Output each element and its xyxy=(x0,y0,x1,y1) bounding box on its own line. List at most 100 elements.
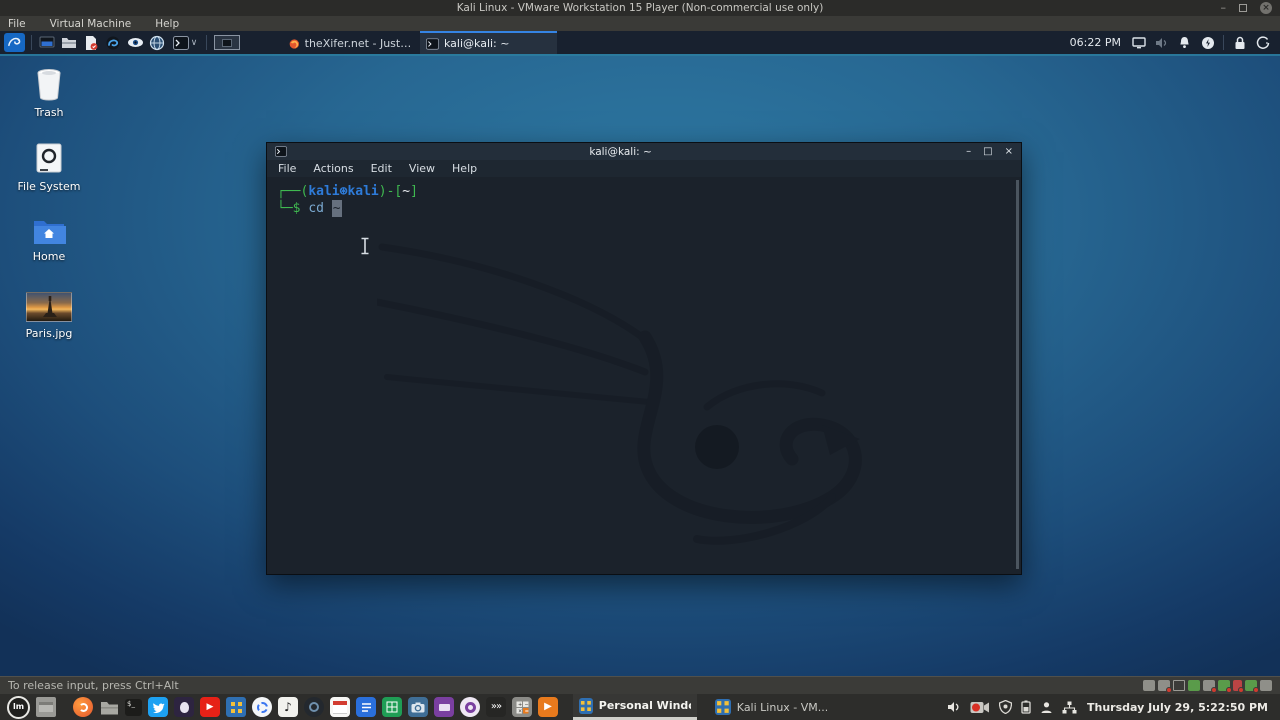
terminal-menu-file[interactable]: File xyxy=(278,162,296,175)
tray-logout-icon[interactable] xyxy=(1254,34,1271,51)
desktop: Trash File System Home Paris.jpg kali@ka… xyxy=(0,54,1280,676)
vmware-device-indicators xyxy=(1143,680,1272,693)
taskbar-signal-icon[interactable] xyxy=(252,697,272,717)
vmware-logo-icon xyxy=(230,701,242,713)
terminal-menu-edit[interactable]: Edit xyxy=(371,162,392,175)
terminal-menu-view[interactable]: View xyxy=(409,162,435,175)
taskbar-vmware-icon[interactable] xyxy=(226,697,246,717)
web-browser-launcher[interactable] xyxy=(148,34,166,52)
terminal-close-button[interactable]: × xyxy=(1005,143,1013,160)
taskbar-music-player-icon[interactable]: ♪ xyxy=(278,697,298,717)
firefox-swirl xyxy=(78,702,88,712)
host-volume-icon[interactable] xyxy=(947,701,961,713)
taskbar-media-editor-icon[interactable] xyxy=(434,697,454,717)
blue-swirl-icon xyxy=(106,36,120,49)
hard-disk-indicator-icon[interactable] xyxy=(1143,680,1155,691)
panel-separator xyxy=(1223,35,1224,50)
serial-port-indicator-icon[interactable] xyxy=(1233,680,1244,693)
host-shield-icon[interactable] xyxy=(998,700,1012,714)
vmware-minimize-button[interactable]: – xyxy=(1221,0,1227,16)
chevron-down-icon: ∨ xyxy=(190,37,198,48)
desktop-icon-trash[interactable]: Trash xyxy=(12,68,86,119)
task-button-kali-vm[interactable]: Kali Linux - VM... xyxy=(709,694,833,720)
taskbar-spreadsheet-icon[interactable] xyxy=(382,697,402,717)
panel-separator xyxy=(31,35,32,50)
vmware-menu-help[interactable]: Help xyxy=(155,18,179,30)
taskbar-calendar-icon[interactable] xyxy=(330,697,350,717)
vmware-menu-virtual-machine[interactable]: Virtual Machine xyxy=(50,18,132,30)
zap-proxy-launcher[interactable] xyxy=(104,34,122,52)
terminal-minimize-button[interactable]: – xyxy=(966,143,971,160)
terminal-menu-help[interactable]: Help xyxy=(452,162,477,175)
terminal-maximize-button[interactable]: □ xyxy=(983,143,992,160)
taskbar-calculator-icon[interactable]: + − × = xyxy=(512,697,532,717)
kali-top-panel: ∨ theXifer.net - Just a Web... kali@kali… xyxy=(0,31,1280,54)
eye-app-launcher[interactable] xyxy=(126,34,144,52)
tray-display-icon[interactable] xyxy=(1130,34,1147,51)
task-button-personal-windows[interactable]: Personal Windo... xyxy=(573,694,697,720)
workspace-pager[interactable] xyxy=(214,35,240,50)
show-desktop-button[interactable] xyxy=(36,697,56,717)
host-battery-icon[interactable] xyxy=(1021,700,1031,714)
tray-notifications-icon[interactable] xyxy=(1176,34,1193,51)
taskbar-photo-lens-icon[interactable] xyxy=(460,697,480,717)
host-taskbar-clock[interactable]: Thursday July 29, 5:22:50 PM xyxy=(1087,701,1268,714)
sound-indicator-icon[interactable] xyxy=(1245,680,1259,693)
host-screen-recorder-icon[interactable] xyxy=(970,701,990,714)
taskbar-file-manager-icon[interactable] xyxy=(99,697,119,717)
window-button-firefox[interactable]: theXifer.net - Just a Web... xyxy=(283,31,420,54)
desktop-icon-home[interactable]: Home xyxy=(12,217,86,263)
taskbar-firefox-icon[interactable] xyxy=(73,697,93,717)
terminal-titlebar[interactable]: kali@kali: ~ – □ × xyxy=(267,143,1021,160)
tray-volume-icon[interactable] xyxy=(1153,34,1170,51)
mint-logo-icon: lm xyxy=(12,702,25,711)
vmware-close-button[interactable]: × xyxy=(1260,2,1272,14)
vmware-titlebar: Kali Linux - VMware Workstation 15 Playe… xyxy=(0,0,1280,16)
taskbar-screen-recorder-icon[interactable] xyxy=(304,697,324,717)
taskbar-shell-history-icon[interactable]: »» xyxy=(486,697,506,717)
text-editor-launcher[interactable] xyxy=(82,34,100,52)
mint-menu-button[interactable]: lm xyxy=(7,695,30,719)
taskbar-twitter-icon[interactable] xyxy=(148,697,168,717)
play-icon: ▶ xyxy=(206,701,214,712)
host-network-icon[interactable] xyxy=(1062,701,1077,714)
terminal-scrollbar-thumb[interactable] xyxy=(1016,180,1019,569)
svg-text:×: × xyxy=(518,708,522,714)
prompt-cwd: ~ xyxy=(402,184,411,199)
cd-dvd-indicator-icon[interactable] xyxy=(1158,680,1172,693)
tray-power-manager-icon[interactable] xyxy=(1199,34,1216,51)
tray-lock-screen-icon[interactable] xyxy=(1231,34,1248,51)
desktop-icon-paris-image[interactable]: Paris.jpg xyxy=(12,292,86,340)
display-app-launcher[interactable] xyxy=(38,34,56,52)
kali-dragon-watermark xyxy=(377,243,862,545)
terminal-window: kali@kali: ~ – □ × File Actions Edit Vie… xyxy=(266,142,1022,575)
window-button-label: theXifer.net - Just a Web... xyxy=(304,37,414,50)
network-adapter-indicator-icon[interactable] xyxy=(1188,680,1200,691)
trash-can-icon xyxy=(37,69,61,101)
vmware-window-title: Kali Linux - VMware Workstation 15 Playe… xyxy=(456,2,824,14)
terminal-launcher[interactable]: ∨ xyxy=(170,34,200,52)
taskbar-terminal-icon[interactable]: $_ xyxy=(125,698,142,716)
taskbar-tor-browser-icon[interactable] xyxy=(174,697,194,717)
taskbar-video-player-icon[interactable]: ▶ xyxy=(538,697,558,717)
terminal-menu-actions[interactable]: Actions xyxy=(313,162,353,175)
panel-clock[interactable]: 06:22 PM xyxy=(1070,36,1121,49)
usb-indicator-icon[interactable] xyxy=(1218,680,1232,693)
host-user-session-icon[interactable] xyxy=(1040,701,1053,714)
window-button-terminal[interactable]: kali@kali: ~ xyxy=(420,31,557,54)
prompt-line-2: └─$ cd ~ xyxy=(277,200,1021,217)
kali-applications-menu-button[interactable] xyxy=(4,33,25,52)
shared-folders-indicator-icon[interactable] xyxy=(1260,680,1272,691)
desktop-icon-file-system[interactable]: File System xyxy=(12,143,86,193)
network-adapter-2-indicator-icon[interactable] xyxy=(1203,680,1217,693)
display-indicator-icon[interactable] xyxy=(1173,680,1185,691)
desktop-icon-label: Trash xyxy=(34,106,64,119)
panel-separator xyxy=(206,35,207,50)
terminal-content[interactable]: ┌──(kali⊛kali)-[~] └─$ cd ~ xyxy=(267,177,1021,574)
vmware-restore-button[interactable] xyxy=(1239,4,1247,12)
taskbar-writer-document-icon[interactable] xyxy=(356,697,376,717)
file-manager-launcher[interactable] xyxy=(60,34,78,52)
taskbar-youtube-icon[interactable]: ▶ xyxy=(200,697,220,717)
taskbar-camera-icon[interactable] xyxy=(408,697,428,717)
vmware-menu-file[interactable]: File xyxy=(8,18,26,30)
